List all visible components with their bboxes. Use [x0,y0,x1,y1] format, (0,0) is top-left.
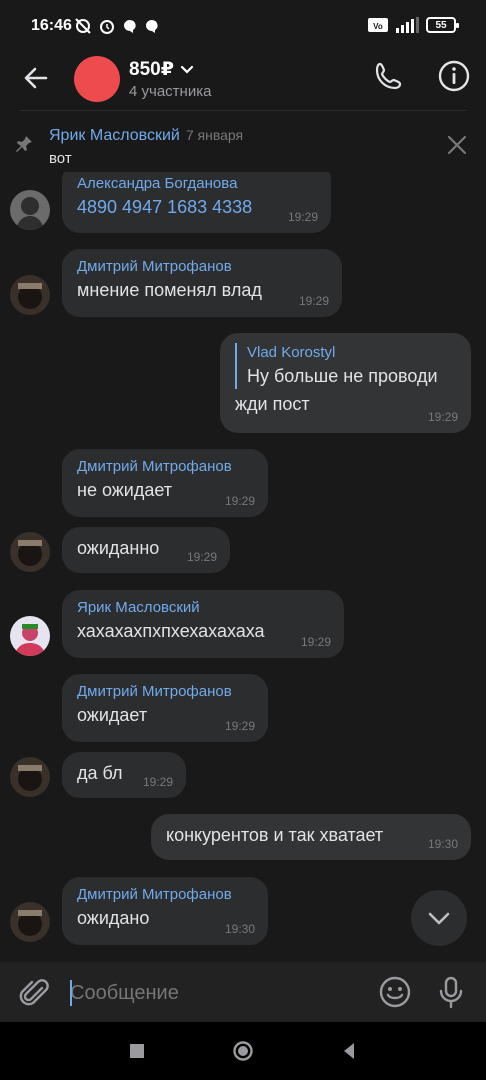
message-time: 19:29 [224,494,255,508]
pinned-message[interactable]: Ярик Масловский 7 января вот [0,112,486,172]
chat-header: 850₽ 4 участника [0,52,486,110]
message-text[interactable]: 4890 4947 1683 4338 [77,194,317,220]
back-icon[interactable] [338,1040,360,1062]
message-bubble[interactable]: Дмитрий Митрофанов не ожидает 19:29 [62,449,268,517]
message-text: хахахахпхпхехахахаха [77,621,265,641]
message-time: 19:29 [300,635,331,649]
avatar[interactable] [10,532,50,572]
alarm-off-icon [75,18,91,34]
message-text: жди пост [235,394,310,414]
message-bubble[interactable]: да бл 19:29 [62,752,186,798]
signal-icon [396,17,419,33]
status-time: 16:46 [31,17,72,34]
volte-icon: Vo [368,18,388,32]
close-icon[interactable] [446,134,468,156]
message-bubble[interactable]: Ярик Масловский хахахахпхпхехахахаха 19:… [62,590,344,658]
status-notification-icons [74,17,160,35]
avatar[interactable] [10,275,50,315]
message-sender[interactable]: Ярик Масловский [77,598,330,618]
reply-quote[interactable]: Vlad Korostyl Ну больше не проводи [235,343,457,389]
message-text: конкурентов и так хватает [166,825,384,845]
text-caret [70,980,72,1006]
message-time: 19:29 [287,210,318,224]
message-bubble[interactable]: Дмитрий Митрофанов ожидано 19:30 [62,877,268,945]
message-composer [0,962,486,1022]
info-icon[interactable] [437,59,471,93]
outgoing-message-bubble[interactable]: конкурентов и так хватает 19:30 [151,814,471,860]
message-text: мнение поменял влад [77,280,262,300]
outgoing-message-bubble[interactable]: Vlad Korostyl Ну больше не проводи жди п… [220,333,471,433]
microphone-icon[interactable] [436,975,466,1009]
pin-icon [16,136,32,152]
message-time: 19:29 [427,410,458,424]
message-time: 19:30 [427,837,458,851]
message-sender[interactable]: Дмитрий Митрофанов [77,257,328,277]
scroll-down-button[interactable] [411,890,467,946]
alarm-icon [100,20,114,34]
avatar[interactable] [10,902,50,942]
status-bar: 16:46 Vo 55 [0,0,486,52]
message-sender[interactable]: Александра Богданова [77,174,317,194]
back-arrow-icon[interactable] [20,62,52,94]
avatar[interactable] [10,757,50,797]
avatar[interactable] [10,616,50,656]
message-time: 19:29 [224,719,255,733]
message-bubble[interactable]: Дмитрий Митрофанов ожидает 19:29 [62,674,268,742]
message-sender[interactable]: Дмитрий Митрофанов [77,682,254,702]
message-sender[interactable]: Дмитрий Митрофанов [77,457,254,477]
recent-apps-icon[interactable] [126,1040,148,1062]
chat-title-text: 850₽ [129,59,174,80]
paperclip-icon[interactable] [18,976,52,1010]
message-time: 19:29 [186,550,217,564]
svg-text:Vo: Vo [373,22,383,31]
message-time: 19:29 [298,294,329,308]
home-icon[interactable] [232,1040,254,1062]
message-bubble[interactable]: ожиданно 19:29 [62,527,230,573]
message-bubble[interactable]: Александра Богданова 4890 4947 1683 4338… [62,172,331,233]
pinned-date: 7 января [185,127,244,143]
chat-members-count: 4 участника [129,83,212,100]
chat-icon [124,20,136,33]
message-input[interactable] [70,978,360,1008]
pinned-author: Ярик Масловский [49,127,180,144]
chevron-down-icon [180,65,194,74]
chevron-down-icon [428,912,450,925]
battery-icon: 55 [426,17,459,33]
message-bubble[interactable]: Дмитрий Митрофанов мнение поменял влад 1… [62,249,342,317]
message-time: 19:30 [224,922,255,936]
reply-text: Ну больше не проводи [247,366,438,386]
message-list[interactable]: Александра Богданова 4890 4947 1683 4338… [0,172,486,962]
emoji-icon[interactable] [378,975,412,1009]
chat-icon-2 [146,20,158,33]
message-sender[interactable]: Дмитрий Митрофанов [77,885,254,905]
avatar[interactable] [10,190,50,230]
system-navigation-bar [0,1022,486,1080]
pinned-text: вот [49,150,72,167]
message-time: 19:29 [142,775,173,789]
pinned-author-line: Ярик Масловский 7 января [49,127,243,145]
phone-icon[interactable] [372,59,406,93]
reply-author: Vlad Korostyl [247,344,336,361]
chat-title[interactable]: 850₽ [129,58,194,81]
status-system-icons: Vo 55 [368,17,459,33]
chat-avatar[interactable] [74,56,120,102]
header-divider [20,110,466,111]
